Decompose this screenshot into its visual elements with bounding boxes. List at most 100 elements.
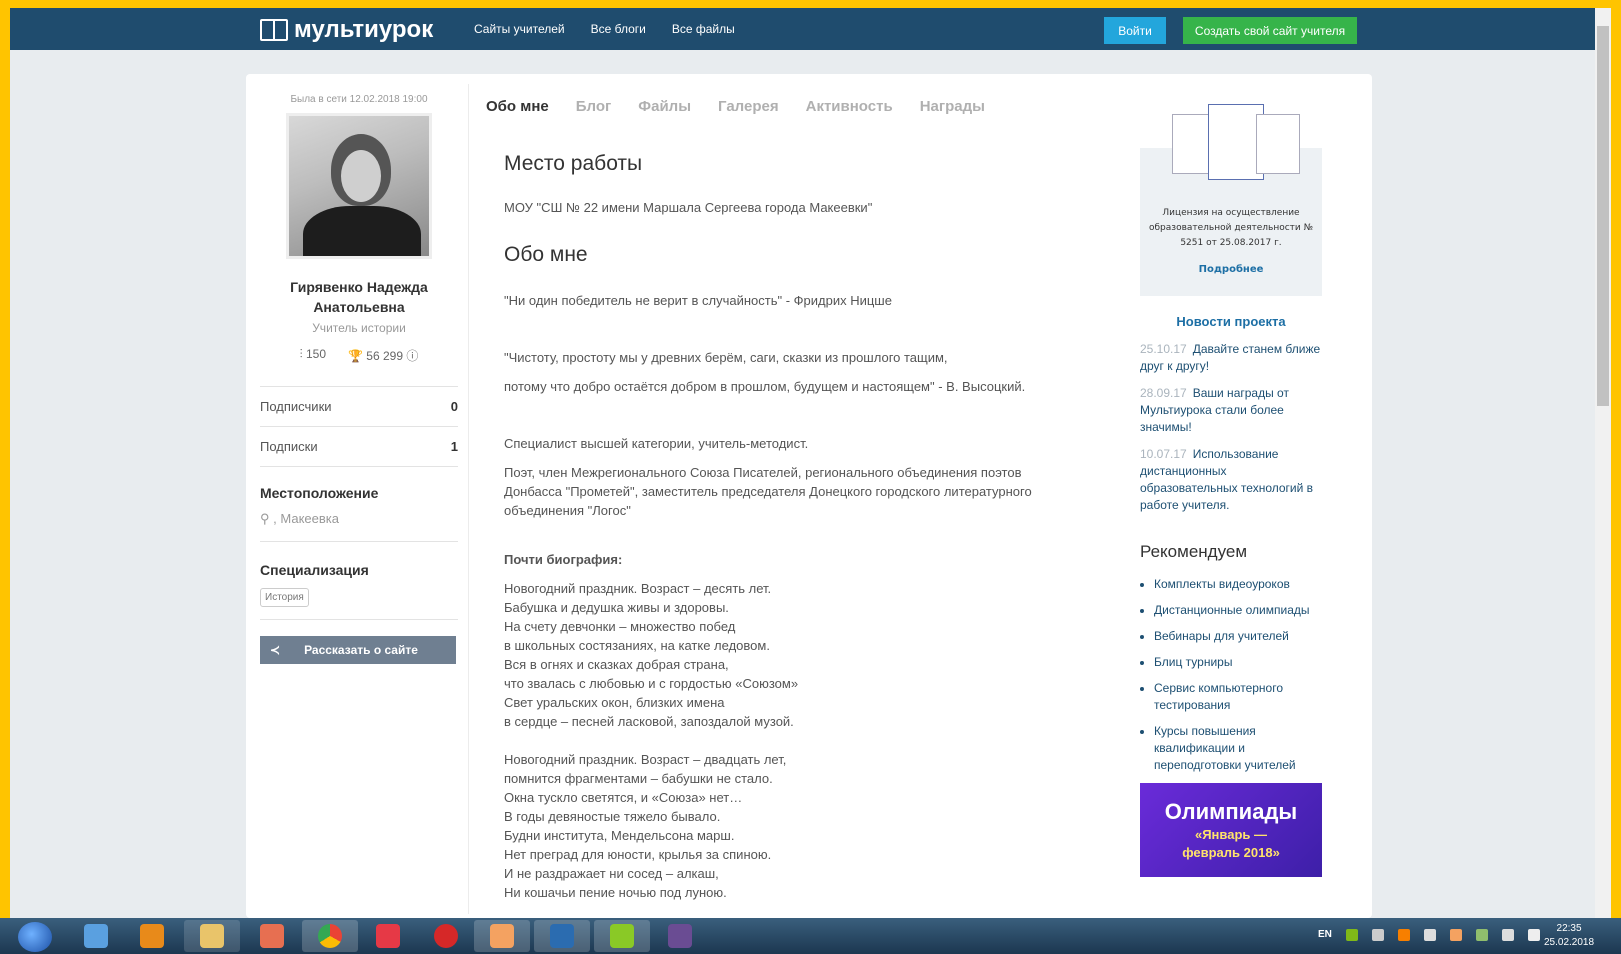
taskbar-app[interactable] [474,920,530,952]
book-icon [260,19,288,41]
site-logo[interactable]: мультиурок [260,16,433,44]
license-more-link[interactable]: Подробнее [1140,264,1322,275]
network-icon [1423,929,1436,941]
folder-icon [200,924,224,948]
top-nav: Сайты учителей Все блоги Все файлы [474,22,735,36]
about-title: Обо мне [504,243,588,266]
tab-awards[interactable]: Награды [920,98,985,115]
tab-about[interactable]: Обо мне [486,98,549,115]
news-title: Новости проекта [1176,314,1286,329]
recommend-link[interactable]: Дистанционные олимпиады [1154,602,1322,619]
logo-text: мультиурок [294,16,434,43]
yandex-browser-icon [434,924,458,948]
spec-tag[interactable]: История [260,588,309,607]
share-icon: ≺ [270,643,281,657]
taskbar-app[interactable] [534,920,590,952]
start-button[interactable] [18,922,52,952]
news-item[interactable]: 28.09.17 Ваши награды от Мультиурока стал… [1140,385,1322,436]
recommend-link[interactable]: Вебинары для учителей [1154,628,1322,645]
chrome-icon [318,924,342,948]
olympiad-banner[interactable]: Олимпиады «Январь — февраль 2018» [1140,783,1322,877]
profile-sidebar: Была в сети 12.02.2018 19:00 Гирявенко Н… [260,74,458,664]
tab-files[interactable]: Файлы [638,98,691,115]
license-block: Лицензия на осуществление образовательно… [1140,104,1322,296]
license-text: Лицензия на осуществление образовательно… [1149,208,1313,248]
right-sidebar: Лицензия на осуществление образовательно… [1140,74,1322,877]
recommend-title: Рекомендуем [1140,542,1248,561]
last-online: Была в сети 12.02.2018 19:00 [290,94,428,105]
tab-gallery[interactable]: Галерея [718,98,779,115]
volume-icon [1527,929,1540,941]
quote-nietzsche: "Ни один победитель не верит в случайнос… [504,293,892,308]
word-icon [550,924,574,948]
recommend-link[interactable]: Блиц турниры [1154,654,1322,671]
taskbar-clock[interactable]: 22:35 25.02.2018 [1544,922,1594,950]
nav-all-files[interactable]: Все файлы [672,22,735,36]
quote-vysotsky-1: "Чистоту, простоту мы у древних берём, с… [504,350,948,365]
profile-role: Учитель истории [312,321,406,335]
recommend-link[interactable]: Сервис компьютерного тестирования [1154,680,1322,714]
scrollbar-thumb[interactable] [1597,26,1609,406]
page-scrollbar[interactable] [1595,8,1611,918]
news-item[interactable]: 10.07.17 Использование дистанционных обра… [1140,446,1322,514]
tab-activity[interactable]: Активность [806,98,893,115]
share-button[interactable]: ≺ Рассказать о сайте [260,636,456,664]
tab-blog[interactable]: Блог [576,98,612,115]
nav-all-blogs[interactable]: Все блоги [591,22,646,36]
taskbar-app[interactable] [652,920,708,952]
location-value: ⚲ , Макеевка [260,511,458,542]
windows-taskbar: EN 22:35 25.02.2018 [0,918,1621,954]
recommend-link[interactable]: Курсы повышения квалификации и переподго… [1154,723,1322,774]
taskbar-app[interactable] [418,920,474,952]
flag-icon [1371,929,1384,941]
quote-vysotsky-2: потому что добро остаётся добром в прошл… [504,379,1026,394]
taskbar-app[interactable] [124,920,180,952]
recommend-list: Комплекты видеоуроков Дистанционные олим… [1140,576,1322,774]
browser-viewport: мультиурок Сайты учителей Все блоги Все … [10,8,1611,918]
profile-tabs: Обо мне Блог Файлы Галерея Активность На… [486,98,985,115]
tray-icon [1475,929,1488,941]
poem-stanza-2: Новогодний праздник. Возраст – двадцать … [504,752,787,900]
profile-stats: ⫶ 150 🏆 56 299 ⓘ [260,347,458,364]
info-icon[interactable]: ⓘ [403,349,418,363]
subscriptions-row[interactable]: Подписки 1 [260,426,458,466]
tray-icon [1449,929,1462,941]
taskbar-app[interactable] [184,920,240,952]
media-center-icon [140,924,164,948]
profile-card: Была в сети 12.02.2018 19:00 Гирявенко Н… [246,74,1372,918]
work-title: Место работы [504,152,643,175]
top-navbar: мультиурок Сайты учителей Все блоги Все … [10,8,1611,50]
excel-icon [610,924,634,948]
tray-icon [1397,929,1410,941]
location-title: Местоположение [260,485,379,501]
map-pin-icon: ⚲ [260,511,274,526]
display-icon [1501,929,1514,941]
poem-stanza-1: Новогодний праздник. Возраст – десять ле… [504,581,799,729]
work-value: МОУ "СШ № 22 имени Маршала Сергеева горо… [504,200,873,215]
taskbar-app[interactable] [594,920,650,952]
avatar [286,113,432,259]
nav-teacher-sites[interactable]: Сайты учителей [474,22,565,36]
recommend-link[interactable]: Комплекты видеоуроков [1154,576,1322,593]
taskbar-app[interactable] [68,920,124,952]
taskbar-app[interactable] [360,920,416,952]
spec-text-2: Поэт, член Межрегионального Союза Писате… [504,465,1032,518]
subscribers-row[interactable]: Подписчики 0 [260,386,458,426]
about-content: Место работы МОУ "СШ № 22 имени Маршала … [504,152,1064,902]
media-player-icon [84,924,108,948]
system-tray: EN [1318,929,1540,941]
create-site-button[interactable]: Создать свой сайт учителя [1183,17,1357,44]
rating-stat: ⫶ 150 [299,347,327,361]
archiver-icon [668,924,692,948]
taskbar-app[interactable] [302,920,358,952]
bio-title: Почти биография: [504,552,623,567]
taskbar-app[interactable] [244,920,300,952]
news-item[interactable]: 25.10.17 Давайте станем ближе друг к друг… [1140,341,1322,375]
spec-text-1: Специалист высшей категории, учитель-мет… [504,436,809,451]
login-button[interactable]: Войти [1104,17,1166,44]
tray-icon [1345,929,1358,941]
profile-name: Гирявенко Надежда Анатольевна [290,279,428,315]
app-icon [260,924,284,948]
language-indicator[interactable]: EN [1318,929,1332,941]
trophy-icon: 🏆 [348,349,367,363]
